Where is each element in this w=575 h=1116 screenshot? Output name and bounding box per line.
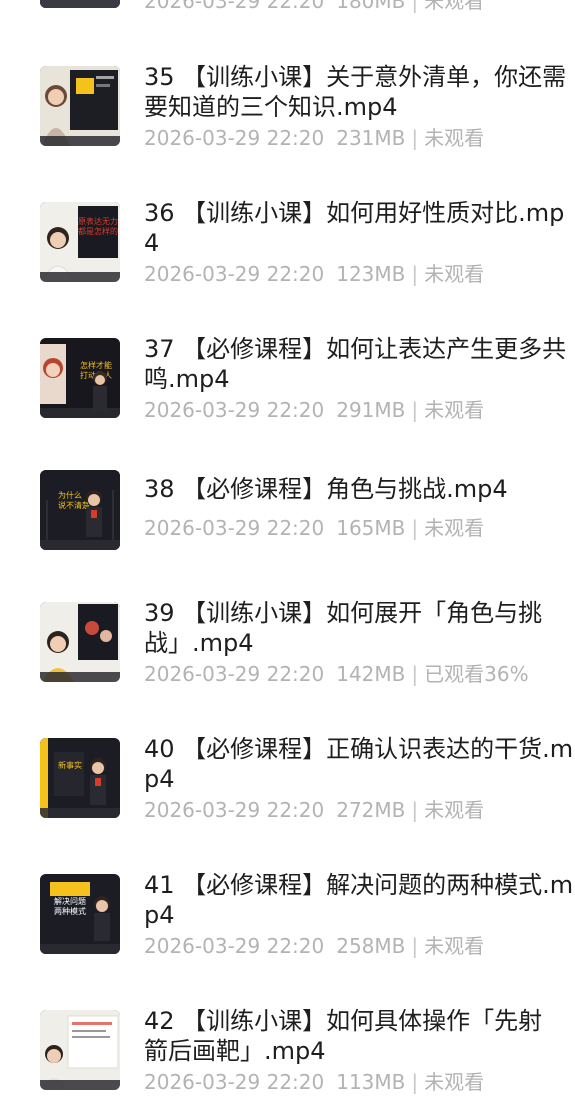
meta-divider: |: [411, 516, 419, 540]
video-title[interactable]: 41 【必修课程】解决问题的两种模式.mp4: [144, 870, 575, 930]
video-thumbnail[interactable]: [40, 66, 120, 146]
video-thumbnail[interactable]: 原表达无力都是怎样的: [40, 202, 120, 282]
meta-divider: |: [411, 662, 419, 686]
watch-status: 未观看: [424, 126, 485, 150]
video-size: 113MB: [336, 1070, 406, 1094]
video-meta: 2026-03-29 22:20 258MB | 未观看: [144, 933, 484, 959]
video-title[interactable]: 42 【训练小课】如何具体操作「先射箭后画靶」.mp4: [144, 1006, 554, 1066]
watch-status: 未观看: [424, 516, 485, 540]
video-thumbnail[interactable]: [40, 0, 120, 8]
video-date: 2026-03-29 22:20: [144, 934, 325, 958]
video-meta: 2026-03-29 22:20 165MB | 未观看: [144, 515, 484, 541]
watch-status: 未观看: [424, 398, 485, 422]
watch-status: 未观看: [424, 1070, 485, 1094]
video-list: 2026-03-29 22:20 180MB | 未观看 35 【训练小课】关于意外清…: [0, 0, 575, 1094]
video-size: 231MB: [336, 126, 406, 150]
video-size: 165MB: [336, 516, 406, 540]
video-title[interactable]: 35 【训练小课】关于意外清单，你还需要知道的三个知识.mp4: [144, 62, 575, 122]
video-meta: 2026-03-29 22:20 231MB | 未观看: [144, 125, 484, 151]
watch-status: 已观看36%: [424, 662, 529, 686]
list-item[interactable]: 为什么说不清楚 38 【必修课程】角色与挑战.mp4 2026-03-29 22…: [0, 470, 575, 580]
video-date: 2026-03-29 22:20: [144, 0, 325, 13]
list-item[interactable]: 解决问题两种模式 41 【必修课程】解决问题的两种模式.mp4 2026-03-…: [0, 870, 575, 980]
video-size: 258MB: [336, 934, 406, 958]
meta-divider: |: [411, 262, 419, 286]
list-item[interactable]: 42 【训练小课】如何具体操作「先射箭后画靶」.mp4 2026-03-29 2…: [0, 1006, 575, 1116]
list-item[interactable]: 原表达无力都是怎样的 36 【训练小课】如何用好性质对比.mp4 2026-03…: [0, 198, 575, 308]
video-title[interactable]: 37 【必修课程】如何让表达产生更多共鸣.mp4: [144, 334, 575, 394]
watch-status: 未观看: [424, 0, 485, 13]
video-date: 2026-03-29 22:20: [144, 1070, 325, 1094]
video-size: 142MB: [336, 662, 406, 686]
list-item[interactable]: 39 【训练小课】如何展开「角色与挑战」.mp4 2026-03-29 22:2…: [0, 598, 575, 708]
meta-divider: |: [411, 798, 419, 822]
video-date: 2026-03-29 22:20: [144, 398, 325, 422]
video-meta: 2026-03-29 22:20 291MB | 未观看: [144, 397, 484, 423]
video-date: 2026-03-29 22:20: [144, 798, 325, 822]
video-size: 180MB: [336, 0, 406, 13]
video-meta: 2026-03-29 22:20 180MB | 未观看: [144, 0, 484, 14]
video-thumbnail[interactable]: 怎样才能打动他人: [40, 338, 120, 418]
video-date: 2026-03-29 22:20: [144, 126, 325, 150]
video-meta: 2026-03-29 22:20 142MB | 已观看36%: [144, 661, 529, 687]
list-item[interactable]: 35 【训练小课】关于意外清单，你还需要知道的三个知识.mp4 2026-03-…: [0, 62, 575, 172]
video-size: 123MB: [336, 262, 406, 286]
video-date: 2026-03-29 22:20: [144, 262, 325, 286]
video-thumbnail[interactable]: 新事实: [40, 738, 120, 818]
watch-status: 未观看: [424, 934, 485, 958]
video-title[interactable]: 40 【必修课程】正确认识表达的干货.mp4: [144, 734, 575, 794]
meta-divider: |: [411, 1070, 419, 1094]
video-meta: 2026-03-29 22:20 272MB | 未观看: [144, 797, 484, 823]
list-item[interactable]: 怎样才能打动他人 37 【必修课程】如何让表达产生更多共鸣.mp4 2026-0…: [0, 334, 575, 444]
watch-status: 未观看: [424, 798, 485, 822]
video-thumbnail[interactable]: [40, 602, 120, 682]
meta-divider: |: [411, 398, 419, 422]
video-title[interactable]: 39 【训练小课】如何展开「角色与挑战」.mp4: [144, 598, 575, 658]
video-thumbnail[interactable]: 解决问题两种模式: [40, 874, 120, 954]
video-title[interactable]: 38 【必修课程】角色与挑战.mp4: [144, 474, 575, 504]
meta-divider: |: [411, 934, 419, 958]
video-size: 291MB: [336, 398, 406, 422]
thumbnail-text: 新事实: [58, 760, 82, 770]
list-item[interactable]: 2026-03-29 22:20 180MB | 未观看: [0, 0, 575, 40]
video-meta: 2026-03-29 22:20 113MB | 未观看: [144, 1069, 484, 1095]
meta-divider: |: [411, 126, 419, 150]
video-thumbnail[interactable]: 为什么说不清楚: [40, 470, 120, 550]
video-date: 2026-03-29 22:20: [144, 662, 325, 686]
video-size: 272MB: [336, 798, 406, 822]
video-meta: 2026-03-29 22:20 123MB | 未观看: [144, 261, 484, 287]
video-date: 2026-03-29 22:20: [144, 516, 325, 540]
list-item[interactable]: 新事实 40 【必修课程】正确认识表达的干货.mp4 2026-03-29 22…: [0, 734, 575, 844]
video-title[interactable]: 36 【训练小课】如何用好性质对比.mp4: [144, 198, 575, 258]
video-thumbnail[interactable]: [40, 1010, 120, 1090]
watch-status: 未观看: [424, 262, 485, 286]
meta-divider: |: [411, 0, 419, 13]
